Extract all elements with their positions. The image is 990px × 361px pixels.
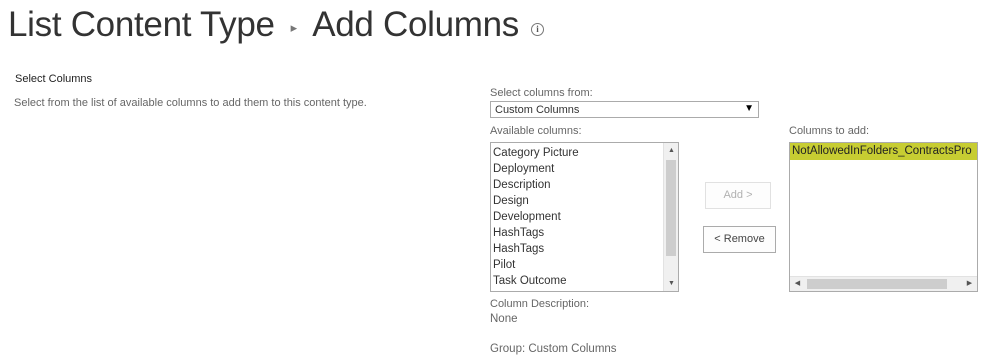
column-description-label: Column Description: xyxy=(490,298,590,310)
info-icon[interactable]: i xyxy=(531,22,544,36)
select-columns-from-dropdown[interactable]: Custom Columns ▼ xyxy=(490,101,759,118)
dropdown-arrow-icon[interactable]: ▼ xyxy=(744,103,754,114)
list-item[interactable]: Deployment xyxy=(493,161,579,177)
scroll-left-icon[interactable]: ◀ xyxy=(790,277,805,291)
scroll-down-icon[interactable]: ▼ xyxy=(664,276,678,291)
list-item[interactable]: Description xyxy=(493,177,579,193)
list-item[interactable]: HashTags xyxy=(493,241,579,257)
available-columns-label: Available columns: xyxy=(490,125,582,137)
list-item[interactable]: Task Outcome xyxy=(493,273,579,289)
breadcrumb-separator-icon: ▸ xyxy=(290,20,298,35)
vertical-scrollbar[interactable]: ▲ ▼ xyxy=(663,143,678,291)
columns-to-add-label: Columns to add: xyxy=(789,125,870,137)
scroll-thumb[interactable] xyxy=(666,160,676,256)
add-button[interactable]: Add > xyxy=(705,182,771,209)
section-description: Select from the list of available column… xyxy=(14,97,367,109)
scroll-right-icon[interactable]: ▶ xyxy=(962,277,977,291)
columns-to-add-list[interactable]: NotAllowedInFolders_ContractsPro ◀ ▶ xyxy=(789,142,978,292)
list-item[interactable]: Pilot xyxy=(493,257,579,273)
scroll-thumb[interactable] xyxy=(807,279,947,289)
page-title: Add Columns xyxy=(312,5,519,44)
select-from-label: Select columns from: xyxy=(490,87,593,99)
list-item[interactable]: Development xyxy=(493,209,579,225)
remove-button[interactable]: < Remove xyxy=(703,226,776,253)
breadcrumb-root[interactable]: List Content Type xyxy=(8,5,275,45)
available-columns-list[interactable]: Category Picture Deployment Description Des… xyxy=(490,142,679,292)
scroll-up-icon[interactable]: ▲ xyxy=(664,143,678,158)
list-item[interactable]: Category Picture xyxy=(493,145,579,161)
section-title: Select Columns xyxy=(15,73,93,85)
list-item-selected[interactable]: NotAllowedInFolders_ContractsPro xyxy=(790,143,977,160)
column-description-value: None xyxy=(490,313,518,325)
page-header: List Content Type ▸ Add Columns i xyxy=(8,2,544,48)
group-label: Group: Custom Columns xyxy=(490,343,617,355)
horizontal-scrollbar[interactable]: ◀ ▶ xyxy=(790,276,977,291)
list-item[interactable]: Design xyxy=(493,193,579,209)
dropdown-value: Custom Columns xyxy=(495,104,580,116)
list-item[interactable]: HashTags xyxy=(493,225,579,241)
